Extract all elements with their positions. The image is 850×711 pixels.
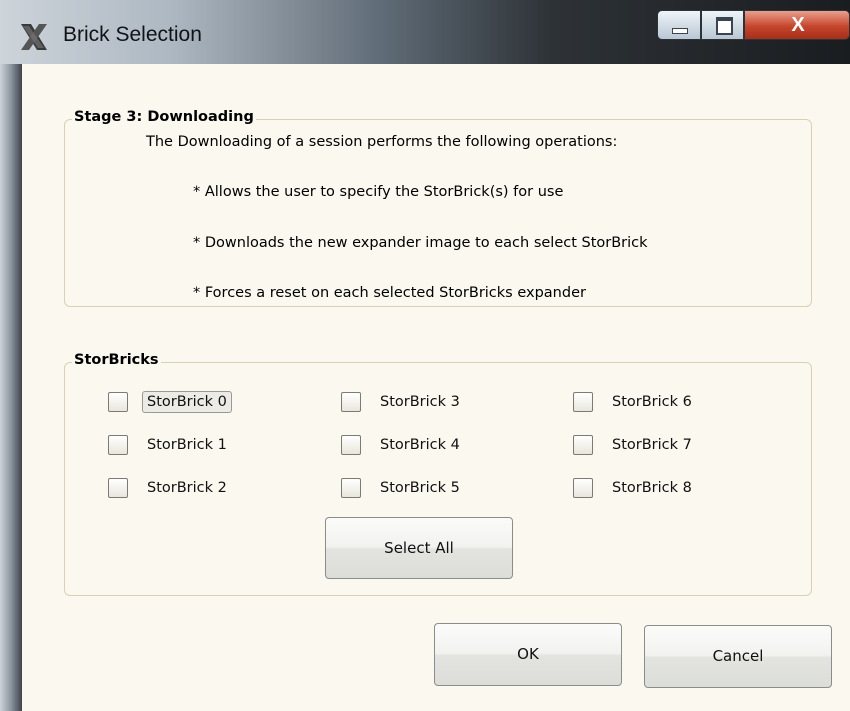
close-button[interactable]: X — [744, 10, 850, 40]
maximize-icon — [716, 17, 733, 35]
storbrick-3-label[interactable]: StorBrick 3 — [375, 391, 465, 413]
stage-legend: Stage 3: Downloading — [72, 109, 256, 125]
storbrick-7-checkbox[interactable] — [573, 435, 593, 455]
dialog-client-area: Stage 3: Downloading The Downloading of … — [22, 64, 850, 711]
window-frame-left — [0, 64, 22, 711]
bullet-reset: * Forces a reset on each selected StorBr… — [193, 285, 586, 301]
minimize-icon — [672, 28, 688, 34]
x-window-icon — [21, 24, 47, 50]
cancel-label: Cancel — [712, 647, 764, 665]
storbrick-4-option[interactable]: StorBrick 4 — [341, 434, 465, 456]
storbrick-5-checkbox[interactable] — [341, 478, 361, 498]
storbrick-3-option[interactable]: StorBrick 3 — [341, 391, 465, 413]
storbrick-7-label[interactable]: StorBrick 7 — [607, 434, 697, 456]
storbrick-2-option[interactable]: StorBrick 2 — [108, 477, 232, 499]
storbricks-legend: StorBricks — [72, 352, 161, 368]
dialog-window: Brick Selection X Stage 3: Downloading T… — [0, 0, 850, 711]
storbrick-1-label[interactable]: StorBrick 1 — [142, 434, 232, 456]
storbrick-3-checkbox[interactable] — [341, 392, 361, 412]
storbrick-2-checkbox[interactable] — [108, 478, 128, 498]
storbrick-6-label[interactable]: StorBrick 6 — [607, 391, 697, 413]
storbrick-0-label[interactable]: StorBrick 0 — [142, 391, 232, 413]
storbrick-6-option[interactable]: StorBrick 6 — [573, 391, 697, 413]
storbrick-2-label[interactable]: StorBrick 2 — [142, 477, 232, 499]
storbrick-4-checkbox[interactable] — [341, 435, 361, 455]
storbrick-0-checkbox[interactable] — [108, 392, 128, 412]
title-bar[interactable]: Brick Selection X — [0, 0, 850, 64]
storbrick-8-label[interactable]: StorBrick 8 — [607, 477, 697, 499]
bullet-specify: * Allows the user to specify the StorBri… — [193, 184, 564, 200]
storbrick-0-option[interactable]: StorBrick 0 — [108, 391, 232, 413]
close-icon: X — [791, 14, 805, 36]
storbrick-1-checkbox[interactable] — [108, 435, 128, 455]
cancel-button[interactable]: Cancel — [644, 625, 832, 688]
storbrick-6-checkbox[interactable] — [573, 392, 593, 412]
storbrick-1-option[interactable]: StorBrick 1 — [108, 434, 232, 456]
storbrick-7-option[interactable]: StorBrick 7 — [573, 434, 697, 456]
select-all-label: Select All — [384, 539, 454, 557]
storbrick-5-label[interactable]: StorBrick 5 — [375, 477, 465, 499]
select-all-button[interactable]: Select All — [325, 517, 513, 579]
bullet-download: * Downloads the new expander image to ea… — [193, 235, 648, 251]
window-title: Brick Selection — [63, 23, 202, 46]
ok-button[interactable]: OK — [434, 623, 622, 686]
storbrick-4-label[interactable]: StorBrick 4 — [375, 434, 465, 456]
storbrick-5-option[interactable]: StorBrick 5 — [341, 477, 465, 499]
stage-description: The Downloading of a session performs th… — [146, 134, 618, 150]
ok-label: OK — [517, 645, 539, 663]
minimize-button[interactable] — [657, 10, 701, 40]
storbrick-8-checkbox[interactable] — [573, 478, 593, 498]
storbrick-8-option[interactable]: StorBrick 8 — [573, 477, 697, 499]
maximize-button[interactable] — [701, 10, 744, 40]
